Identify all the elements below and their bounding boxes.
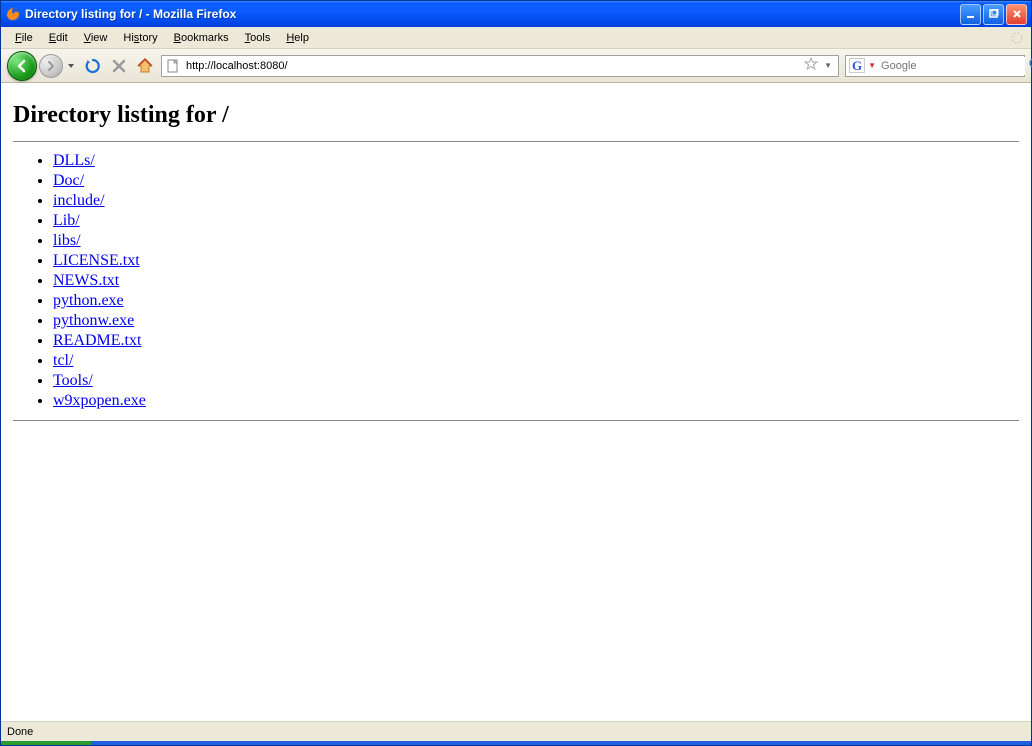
- taskbar-sliver: [1, 741, 1031, 745]
- list-item: include/: [53, 192, 1019, 210]
- list-item: libs/: [53, 232, 1019, 250]
- url-input[interactable]: [184, 57, 800, 75]
- search-input[interactable]: [879, 57, 1025, 75]
- titlebar[interactable]: Directory listing for / - Mozilla Firefo…: [1, 1, 1031, 27]
- directory-link[interactable]: Doc/: [53, 172, 84, 189]
- directory-link[interactable]: LICENSE.txt: [53, 252, 140, 269]
- window-title: Directory listing for / - Mozilla Firefo…: [25, 7, 960, 21]
- directory-link[interactable]: python.exe: [53, 292, 124, 309]
- list-item: w9xpopen.exe: [53, 392, 1019, 410]
- page-heading: Directory listing for /: [13, 102, 1019, 129]
- url-bar[interactable]: ▼: [161, 55, 839, 77]
- directory-list: DLLs/Doc/include/Lib/libs/LICENSE.txt NEW…: [13, 152, 1019, 410]
- list-item: DLLs/: [53, 152, 1019, 170]
- search-bar[interactable]: G ▼: [845, 55, 1025, 77]
- directory-link[interactable]: tcl/: [53, 352, 73, 369]
- directory-link[interactable]: libs/: [53, 232, 81, 249]
- navigation-toolbar: ▼ G ▼: [1, 49, 1031, 83]
- maximize-button[interactable]: [983, 4, 1004, 25]
- directory-link[interactable]: DLLs/: [53, 152, 95, 169]
- list-item: LICENSE.txt: [53, 252, 1019, 270]
- menu-help[interactable]: Help: [278, 30, 317, 46]
- reload-button[interactable]: [83, 56, 103, 76]
- directory-link[interactable]: Tools/: [53, 372, 93, 389]
- close-button[interactable]: [1006, 4, 1027, 25]
- page-icon: [166, 59, 180, 73]
- menu-edit[interactable]: Edit: [41, 30, 76, 46]
- directory-link[interactable]: README.txt: [53, 332, 141, 349]
- forward-button[interactable]: [39, 54, 63, 78]
- back-forward-group: [7, 51, 77, 81]
- status-text: Done: [7, 726, 33, 738]
- list-item: NEWS.txt: [53, 272, 1019, 290]
- directory-link[interactable]: Lib/: [53, 212, 80, 229]
- url-dropdown-icon[interactable]: ▼: [822, 61, 834, 70]
- menu-bookmarks[interactable]: Bookmarks: [166, 30, 237, 46]
- firefox-icon: [5, 6, 21, 22]
- list-item: python.exe: [53, 292, 1019, 310]
- activity-throbber-icon: [1009, 30, 1025, 46]
- menu-file[interactable]: File: [7, 30, 41, 46]
- list-item: Tools/: [53, 372, 1019, 390]
- bookmark-star-icon[interactable]: [804, 57, 818, 74]
- history-dropdown[interactable]: [65, 54, 77, 78]
- search-engine-icon[interactable]: G: [849, 58, 865, 73]
- divider: [13, 420, 1019, 421]
- status-bar: Done: [1, 721, 1031, 741]
- list-item: Lib/: [53, 212, 1019, 230]
- browser-window: Directory listing for / - Mozilla Firefo…: [0, 0, 1032, 746]
- divider: [13, 141, 1019, 142]
- minimize-button[interactable]: [960, 4, 981, 25]
- directory-link[interactable]: w9xpopen.exe: [53, 392, 146, 409]
- directory-link[interactable]: include/: [53, 192, 105, 209]
- page-content[interactable]: Directory listing for / DLLs/Doc/include…: [1, 83, 1031, 721]
- menu-history[interactable]: History: [115, 30, 165, 46]
- list-item: tcl/: [53, 352, 1019, 370]
- search-go-icon[interactable]: [1028, 57, 1032, 74]
- list-item: README.txt: [53, 332, 1019, 350]
- list-item: pythonw.exe: [53, 312, 1019, 330]
- back-button[interactable]: [7, 51, 37, 81]
- window-controls: [960, 4, 1027, 25]
- list-item: Doc/: [53, 172, 1019, 190]
- menubar: FileEditViewHistoryBookmarksToolsHelp: [1, 27, 1031, 49]
- directory-link[interactable]: pythonw.exe: [53, 312, 134, 329]
- menu-view[interactable]: View: [76, 30, 116, 46]
- search-engine-dropdown-icon[interactable]: ▼: [868, 61, 876, 70]
- home-button[interactable]: [135, 56, 155, 76]
- stop-button[interactable]: [109, 56, 129, 76]
- menu-tools[interactable]: Tools: [237, 30, 279, 46]
- directory-link[interactable]: NEWS.txt: [53, 272, 119, 289]
